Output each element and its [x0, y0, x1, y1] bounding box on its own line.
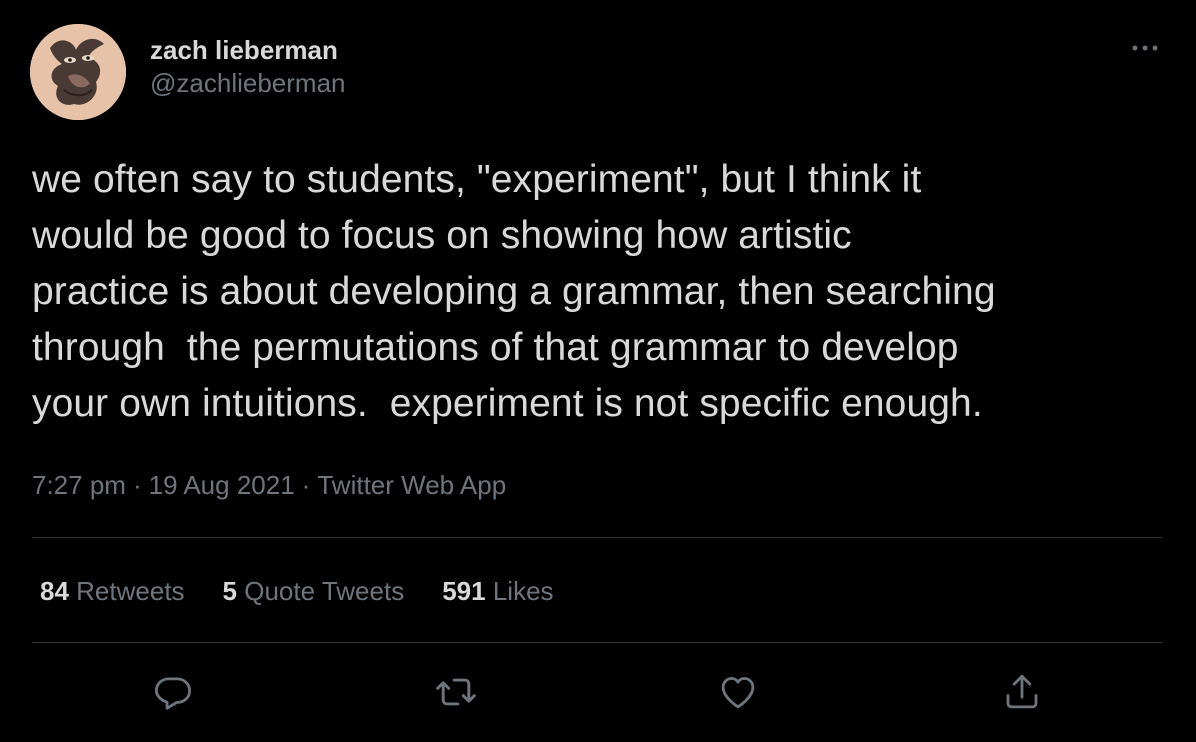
- quote-tweets-stat[interactable]: 5 Quote Tweets: [223, 574, 405, 608]
- quote-tweets-count: 5: [222, 576, 238, 606]
- like-button[interactable]: [714, 668, 762, 716]
- user-handle[interactable]: @zachlieberman: [150, 66, 345, 100]
- tweet-source[interactable]: Twitter Web App: [317, 470, 506, 500]
- likes-count: 591: [442, 576, 486, 606]
- tweet-card: zach lieberman @zachlieberman we often s…: [0, 0, 1196, 742]
- share-button[interactable]: [998, 668, 1046, 716]
- retweet-icon: [436, 678, 476, 706]
- meta-separator: ·: [132, 470, 142, 500]
- retweets-label: Retweets: [76, 576, 185, 606]
- tweet-date[interactable]: 19 Aug 2021: [149, 470, 295, 500]
- likes-label: Likes: [492, 576, 554, 606]
- retweets-count: 84: [40, 576, 69, 606]
- tweet-meta: 7:27 pm · 19 Aug 2021 · Twitter Web App: [32, 468, 506, 502]
- tweet-stats: 84 Retweets 5 Quote Tweets 591 Likes: [40, 574, 592, 608]
- heart-icon: [721, 677, 755, 709]
- author-info: zach lieberman @zachlieberman: [150, 34, 345, 100]
- reply-button[interactable]: [149, 668, 197, 716]
- action-bar: [0, 668, 1196, 718]
- share-icon: [1006, 674, 1038, 709]
- retweets-stat[interactable]: 84 Retweets: [40, 574, 185, 608]
- reply-icon: [154, 677, 192, 710]
- quote-tweets-label: Quote Tweets: [244, 576, 405, 606]
- meta-separator: ·: [301, 470, 311, 500]
- divider: [32, 537, 1163, 538]
- tweet-time[interactable]: 7:27 pm: [32, 470, 126, 500]
- more-horizontal-icon[interactable]: [1130, 38, 1160, 58]
- display-name[interactable]: zach lieberman: [150, 34, 345, 66]
- avatar[interactable]: [30, 24, 126, 120]
- retweet-button[interactable]: [432, 668, 480, 716]
- divider: [32, 642, 1163, 643]
- likes-stat[interactable]: 591 Likes: [442, 574, 553, 608]
- tweet-text: we often say to students, "experiment", …: [32, 158, 996, 425]
